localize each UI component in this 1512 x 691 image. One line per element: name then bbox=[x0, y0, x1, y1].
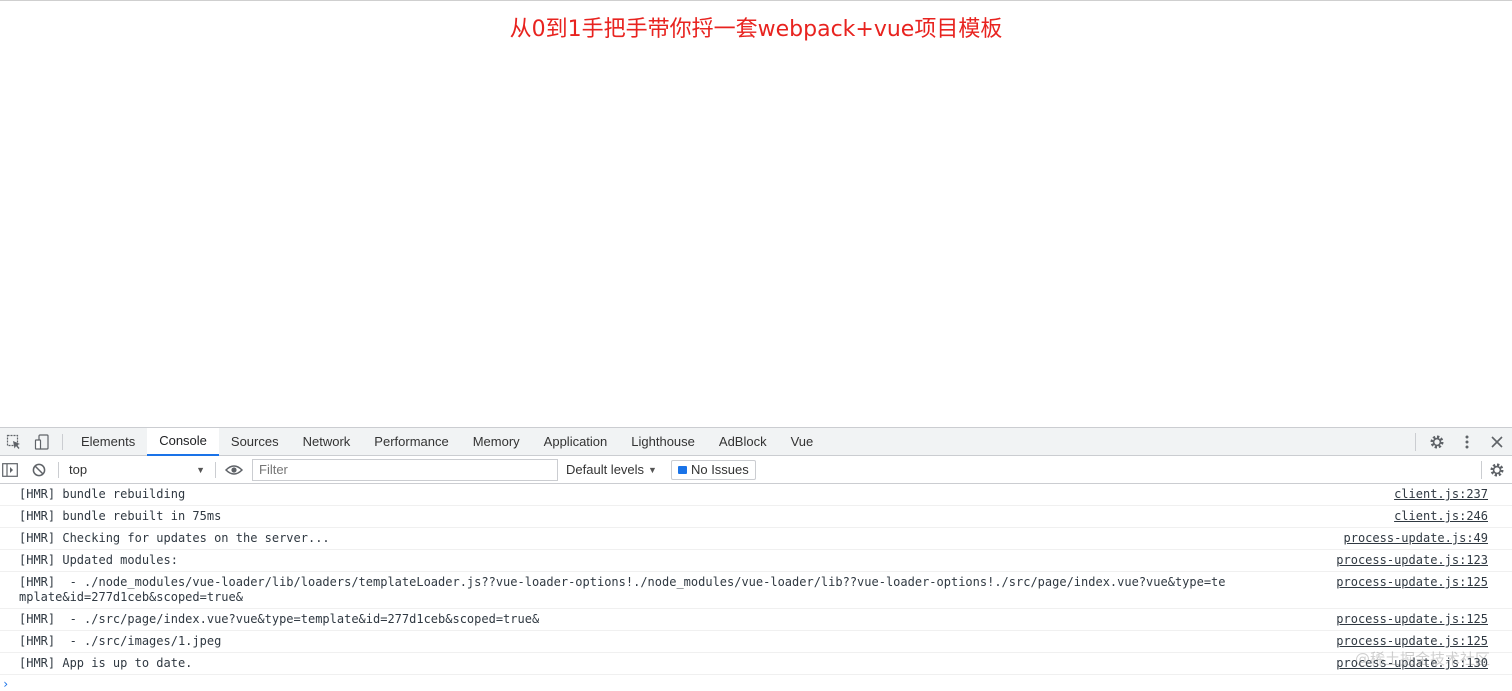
console-message-source-link[interactable]: process-update.js:49 bbox=[1344, 531, 1489, 546]
tab-performance[interactable]: Performance bbox=[362, 428, 460, 456]
tab-application[interactable]: Application bbox=[532, 428, 620, 456]
dropdown-arrow-icon: ▼ bbox=[648, 464, 657, 475]
console-toolbar: top ▼ Default levels ▼ No Issues bbox=[0, 456, 1512, 484]
show-sidebar-icon[interactable] bbox=[0, 456, 20, 484]
tab-vue[interactable]: Vue bbox=[779, 428, 826, 456]
devtools-tabbar: Elements Console Sources Network Perform… bbox=[0, 427, 1512, 456]
more-options-icon[interactable] bbox=[1452, 428, 1482, 456]
console-message-source-link[interactable]: process-update.js:125 bbox=[1336, 634, 1488, 649]
console-message: [HMR] - ./node_modules/vue-loader/lib/lo… bbox=[0, 572, 1512, 609]
tab-lighthouse[interactable]: Lighthouse bbox=[619, 428, 707, 456]
watermark: @稀土掘金技术社区 bbox=[1354, 650, 1490, 668]
issues-label: No Issues bbox=[690, 462, 749, 477]
console-message-source-link[interactable]: process-update.js:125 bbox=[1336, 575, 1488, 590]
page-title: 从0到1手把手带你捋一套webpack+vue项目模板 bbox=[509, 17, 1003, 42]
context-selector-value: top bbox=[69, 462, 88, 477]
console-messages: [HMR] bundle rebuilding client.js:237 [H… bbox=[0, 484, 1512, 691]
inspect-element-icon[interactable] bbox=[0, 428, 28, 456]
console-message-text: [HMR] - ./node_modules/vue-loader/lib/lo… bbox=[19, 575, 1226, 604]
console-message-text: [HMR] Updated modules: bbox=[19, 553, 178, 567]
console-message-source-link[interactable]: client.js:237 bbox=[1394, 487, 1488, 502]
tab-adblock[interactable]: AdBlock bbox=[707, 428, 779, 456]
close-icon[interactable] bbox=[1482, 428, 1512, 456]
toolbar-divider bbox=[215, 461, 216, 478]
tab-memory[interactable]: Memory bbox=[461, 428, 532, 456]
settings-gear-icon[interactable] bbox=[1422, 428, 1452, 456]
console-message: [HMR] bundle rebuilt in 75ms client.js:2… bbox=[0, 506, 1512, 528]
toolbar-right-actions bbox=[1481, 456, 1512, 484]
console-message-text: [HMR] Checking for updates on the server… bbox=[19, 531, 330, 545]
console-message-text: [HMR] - ./src/page/index.vue?vue&type=te… bbox=[19, 612, 540, 626]
log-levels-label: Default levels bbox=[566, 462, 645, 477]
clear-console-icon[interactable] bbox=[20, 456, 58, 484]
tab-sources[interactable]: Sources bbox=[219, 428, 291, 456]
filter-input[interactable] bbox=[252, 458, 558, 481]
issues-icon bbox=[677, 465, 687, 474]
console-message-source-link[interactable]: process-update.js:125 bbox=[1336, 612, 1488, 627]
toolbar-divider bbox=[58, 461, 59, 478]
console-message: [HMR] App is up to date. process-update.… bbox=[0, 653, 1512, 675]
console-settings-gear-icon[interactable] bbox=[1482, 456, 1512, 484]
tabbar-right-actions bbox=[1415, 428, 1512, 456]
tab-console[interactable]: Console bbox=[147, 427, 219, 456]
console-message-text: [HMR] bundle rebuilt in 75ms bbox=[19, 509, 222, 523]
tab-elements[interactable]: Elements bbox=[69, 428, 147, 456]
tabbar-divider bbox=[62, 433, 63, 450]
console-message-text: [HMR] App is up to date. bbox=[19, 656, 193, 670]
web-page-viewport: 从0到1手把手带你捋一套webpack+vue项目模板 bbox=[0, 0, 1512, 427]
tab-network[interactable]: Network bbox=[291, 428, 363, 456]
console-message: [HMR] Checking for updates on the server… bbox=[0, 528, 1512, 550]
console-message: [HMR] Updated modules: process-update.js… bbox=[0, 550, 1512, 572]
context-selector[interactable]: top ▼ bbox=[63, 459, 211, 481]
console-message-source-link[interactable]: client.js:246 bbox=[1394, 509, 1488, 524]
console-message-text: [HMR] bundle rebuilding bbox=[19, 487, 186, 501]
issues-button[interactable]: No Issues bbox=[670, 459, 756, 480]
dropdown-arrow-icon: ▼ bbox=[196, 464, 205, 475]
console-message-source-link[interactable]: process-update.js:123 bbox=[1336, 553, 1488, 568]
console-message: [HMR] - ./src/page/index.vue?vue&type=te… bbox=[0, 609, 1512, 631]
tabbar-divider bbox=[1415, 433, 1416, 451]
live-expression-eye-icon[interactable] bbox=[220, 456, 248, 484]
log-levels-dropdown[interactable]: Default levels ▼ bbox=[566, 462, 657, 477]
devtools-panel: Elements Console Sources Network Perform… bbox=[0, 427, 1512, 691]
console-prompt-input[interactable]: › bbox=[0, 675, 1512, 691]
console-message: [HMR] bundle rebuilding client.js:237 bbox=[0, 484, 1512, 506]
console-message-text: [HMR] - ./src/images/1.jpeg bbox=[19, 634, 222, 648]
device-toolbar-icon[interactable] bbox=[28, 428, 56, 456]
console-message: [HMR] - ./src/images/1.jpeg process-upda… bbox=[0, 631, 1512, 653]
